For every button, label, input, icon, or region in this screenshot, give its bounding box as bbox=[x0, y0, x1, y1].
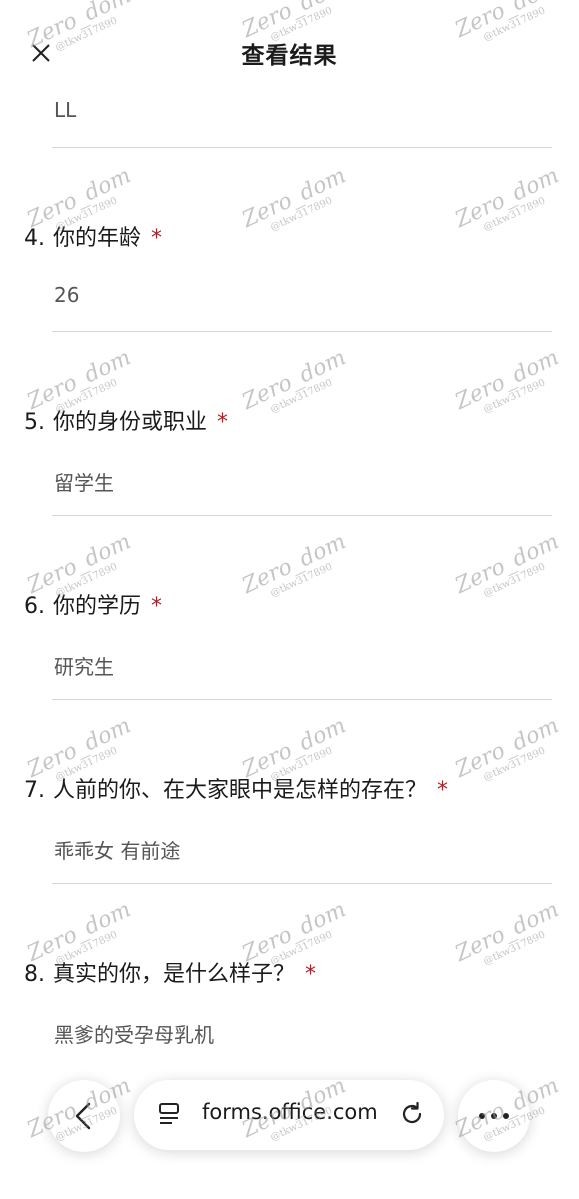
answer-field-7: 乖乖女 有前途 bbox=[54, 839, 181, 863]
question-6: 6. 你的学历 * bbox=[24, 588, 162, 620]
header: 查看结果 bbox=[0, 0, 579, 108]
watermark: Zero_dom @tkw317890 bbox=[238, 529, 350, 600]
page-title: 查看结果 bbox=[241, 43, 338, 69]
question-number: 5. bbox=[24, 410, 45, 435]
watermark: Zero_dom @tkw317890 bbox=[451, 345, 563, 416]
question-text: 你的学历 bbox=[53, 594, 142, 619]
address-bar[interactable]: forms.office.com bbox=[134, 1080, 444, 1150]
more-button[interactable] bbox=[458, 1080, 530, 1152]
back-button[interactable] bbox=[48, 1080, 120, 1152]
required-marker: * bbox=[217, 410, 229, 435]
answer-divider bbox=[52, 331, 552, 332]
tabs-icon[interactable] bbox=[158, 1102, 180, 1126]
question-number: 4. bbox=[24, 226, 45, 251]
question-number: 8. bbox=[24, 962, 45, 987]
url-text: forms.office.com bbox=[202, 1100, 378, 1124]
watermark: Zero_dom @tkw317890 bbox=[451, 529, 563, 600]
watermark: Zero_dom @tkw317890 bbox=[451, 163, 563, 234]
answer-divider bbox=[52, 883, 552, 884]
watermark: Zero_dom @tkw317890 bbox=[451, 897, 563, 968]
question-8: 8. 真实的你，是什么样子？ * bbox=[24, 956, 316, 988]
answer-divider bbox=[52, 147, 552, 148]
question-number: 6. bbox=[24, 594, 45, 619]
answer-divider bbox=[52, 699, 552, 700]
more-dots-icon bbox=[476, 1113, 512, 1119]
answer-field-5: 留学生 bbox=[54, 471, 114, 495]
back-chevron-icon bbox=[75, 1102, 91, 1130]
watermark: Zero_dom @tkw317890 bbox=[451, 713, 563, 784]
answer-divider bbox=[52, 515, 552, 516]
question-text: 人前的你、在大家眼中是怎样的存在？ bbox=[53, 778, 428, 803]
answer-text-prev: LL bbox=[54, 98, 77, 122]
question-5: 5. 你的身份或职业 * bbox=[24, 404, 228, 436]
answer-field-4: 26 bbox=[54, 283, 80, 307]
question-number: 7. bbox=[24, 778, 45, 803]
watermark: Zero_dom @tkw317890 bbox=[238, 345, 350, 416]
reload-icon[interactable] bbox=[398, 1100, 426, 1128]
required-marker: * bbox=[305, 962, 317, 987]
question-text: 真实的你，是什么样子？ bbox=[53, 962, 296, 987]
question-4: 4. 你的年龄 * bbox=[24, 220, 162, 252]
question-text: 你的年龄 bbox=[53, 226, 142, 251]
required-marker: * bbox=[151, 594, 163, 619]
answer-field-6: 研究生 bbox=[54, 655, 114, 679]
answer-field-8: 黑爹的受孕母乳机 bbox=[54, 1023, 214, 1047]
question-text: 你的身份或职业 bbox=[53, 410, 208, 435]
required-marker: * bbox=[151, 226, 163, 251]
browser-bottom-bar: forms.office.com bbox=[0, 1070, 579, 1160]
question-7: 7. 人前的你、在大家眼中是怎样的存在？ * bbox=[24, 772, 448, 804]
watermark: Zero_dom @tkw317890 bbox=[238, 163, 350, 234]
required-marker: * bbox=[437, 778, 449, 803]
